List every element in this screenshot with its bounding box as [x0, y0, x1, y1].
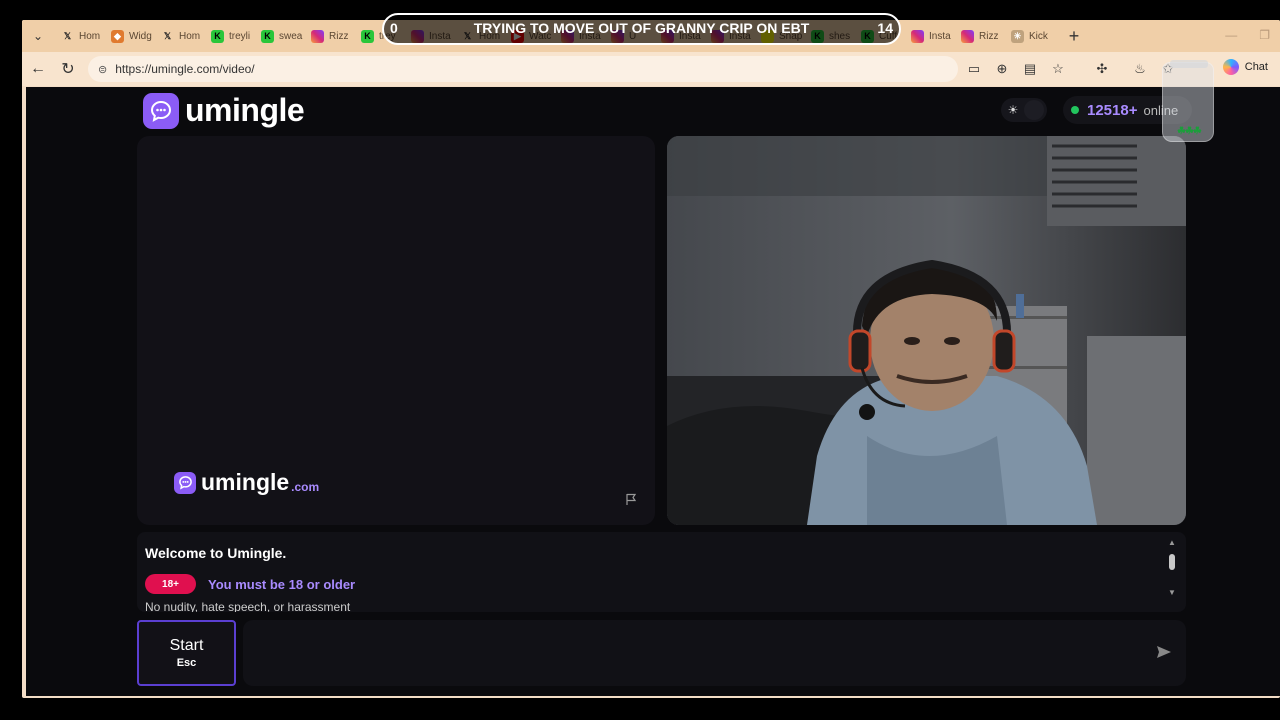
camera-icon[interactable]: ▭	[964, 61, 984, 77]
kick-icon: K	[261, 29, 274, 43]
online-count: 12518+	[1087, 101, 1138, 119]
browser-tab[interactable]: ✳ Kick	[1007, 20, 1057, 52]
umingle-watermark: umingle .com	[174, 469, 319, 496]
screen: ⌄ 𝕏Hom◆Widg𝕏HomKtreyliKsweaRizzKtreyInst…	[0, 0, 1280, 720]
sun-icon: ☀	[1007, 103, 1019, 117]
theme-toggle[interactable]: ☀	[1001, 98, 1047, 122]
tab-label: swea	[279, 30, 303, 42]
page-content: umingle ☀ 12518+ online umingle .com Wel…	[26, 87, 1280, 696]
age-requirement-row: 18+ You must be 18 or older	[145, 574, 355, 594]
tab-label: Insta	[929, 30, 951, 42]
site-info-icon[interactable]: ⊜	[98, 63, 107, 76]
jar-lid	[1170, 60, 1208, 68]
instagram-icon	[311, 29, 324, 43]
reload-icon[interactable]: ↻	[54, 55, 82, 83]
maximize-icon[interactable]: ❐	[1259, 28, 1270, 42]
browser-tab[interactable]: Rizz	[957, 20, 1007, 52]
browser-essentials-icon[interactable]: ♨	[1130, 61, 1150, 77]
tab-label: Widg	[129, 30, 152, 42]
toggle-knob	[1024, 100, 1044, 120]
tab-list-menu-icon[interactable]: ⌄	[27, 25, 49, 47]
x-icon: 𝕏	[163, 30, 172, 41]
browser-tab[interactable]: Rizz	[307, 20, 357, 52]
browser-window: ⌄ 𝕏Hom◆Widg𝕏HomKtreyliKsweaRizzKtreyInst…	[22, 20, 1280, 698]
message-input[interactable]	[243, 620, 1186, 686]
tip-jar-icon: ☘☘☘	[1162, 60, 1214, 142]
watermark-brand: umingle	[201, 469, 290, 495]
url-text: https://umingle.com/video/	[115, 62, 255, 76]
banner-title: TRYING TO MOVE OUT OF GRANNY CRIP ON EBT	[473, 20, 810, 36]
kick-icon: K	[211, 29, 224, 43]
browser-tab[interactable]: 𝕏 Hom	[57, 20, 107, 52]
send-icon[interactable]	[1156, 644, 1172, 665]
browser-tab[interactable]: Insta	[907, 20, 957, 52]
browser-toolbar: ▭ ⊕ ▤ ☆ ✣ ♨ ✩	[964, 52, 1178, 86]
scroll-up-icon[interactable]: ▲	[1167, 538, 1177, 548]
brand-name: umingle	[185, 92, 305, 128]
back-icon[interactable]: ←	[24, 55, 52, 83]
welcome-message: Welcome to Umingle.	[145, 545, 287, 561]
age-requirement-text: You must be 18 or older	[208, 576, 356, 592]
site-logo[interactable]: umingle	[143, 92, 305, 129]
window-controls: — ❐	[1225, 28, 1270, 42]
start-button[interactable]: Start Esc	[137, 620, 236, 686]
kick-icon: K	[361, 29, 374, 43]
extensions-icon[interactable]: ✣	[1092, 61, 1112, 77]
tab-label: Hom	[179, 30, 201, 42]
browser-tab[interactable]: 𝕏 Hom	[157, 20, 207, 52]
copilot-icon	[1222, 59, 1239, 75]
start-label: Start	[169, 637, 204, 654]
chat-label: Chat	[1244, 61, 1268, 73]
favorite-star-icon[interactable]: ☆	[1048, 61, 1068, 77]
self-camera-video	[667, 136, 1186, 525]
chat-bubble-icon	[143, 92, 179, 129]
browser-tab[interactable]: ◆ Widg	[107, 20, 157, 52]
online-status-dot	[1071, 106, 1079, 114]
instagram-icon	[911, 29, 924, 43]
tab-label: Kick	[1029, 30, 1048, 42]
banner-right-count: 14	[877, 20, 893, 36]
chat-scrollbar[interactable]: ▲ ▼	[1167, 538, 1177, 604]
chat-log-panel[interactable]: Welcome to Umingle. 18+ You must be 18 o…	[137, 532, 1186, 612]
x-icon: 𝕏	[63, 30, 72, 41]
tab-label: Rizz	[329, 30, 349, 42]
scroll-down-icon[interactable]: ▼	[1167, 588, 1177, 598]
tab-label: Rizz	[979, 30, 999, 42]
browser-tab[interactable]: Ktreyli	[207, 20, 257, 52]
new-tab-icon[interactable]: +	[1063, 26, 1085, 47]
reader-icon[interactable]: ▤	[1020, 61, 1040, 77]
age-badge: 18+	[145, 574, 196, 594]
tab-label: treyli	[229, 30, 251, 42]
address-input[interactable]: ⊜ https://umingle.com/video/	[88, 56, 958, 82]
coins-icon: ☘☘☘	[1177, 126, 1202, 137]
instagram-icon	[961, 29, 974, 43]
chat-bubble-icon	[174, 471, 196, 494]
watermark-domain: .com	[291, 479, 320, 494]
tab-label: Hom	[79, 30, 101, 42]
minimize-icon[interactable]: —	[1225, 28, 1237, 42]
kick-icon: ✳	[1011, 29, 1024, 43]
address-bar-row: ← ↻ ⊜ https://umingle.com/video/ ▭ ⊕ ▤ ☆…	[22, 52, 1280, 86]
scroll-thumb[interactable]	[1169, 554, 1175, 570]
stranger-video-panel: umingle .com	[137, 136, 655, 525]
browser-tab[interactable]: Kswea	[257, 20, 307, 52]
stream-title-banner: 0 TRYING TO MOVE OUT OF GRANNY CRIP ON E…	[382, 13, 901, 45]
zoom-icon[interactable]: ⊕	[992, 61, 1012, 77]
copilot-chat-button[interactable]: Chat	[1222, 59, 1268, 75]
brave-icon: ◆	[111, 29, 124, 43]
start-shortcut: Esc	[176, 657, 197, 669]
camera-feed-image	[667, 136, 1186, 525]
report-flag-icon[interactable]	[625, 493, 637, 509]
rules-text: No nudity, hate speech, or harassment	[145, 600, 351, 612]
